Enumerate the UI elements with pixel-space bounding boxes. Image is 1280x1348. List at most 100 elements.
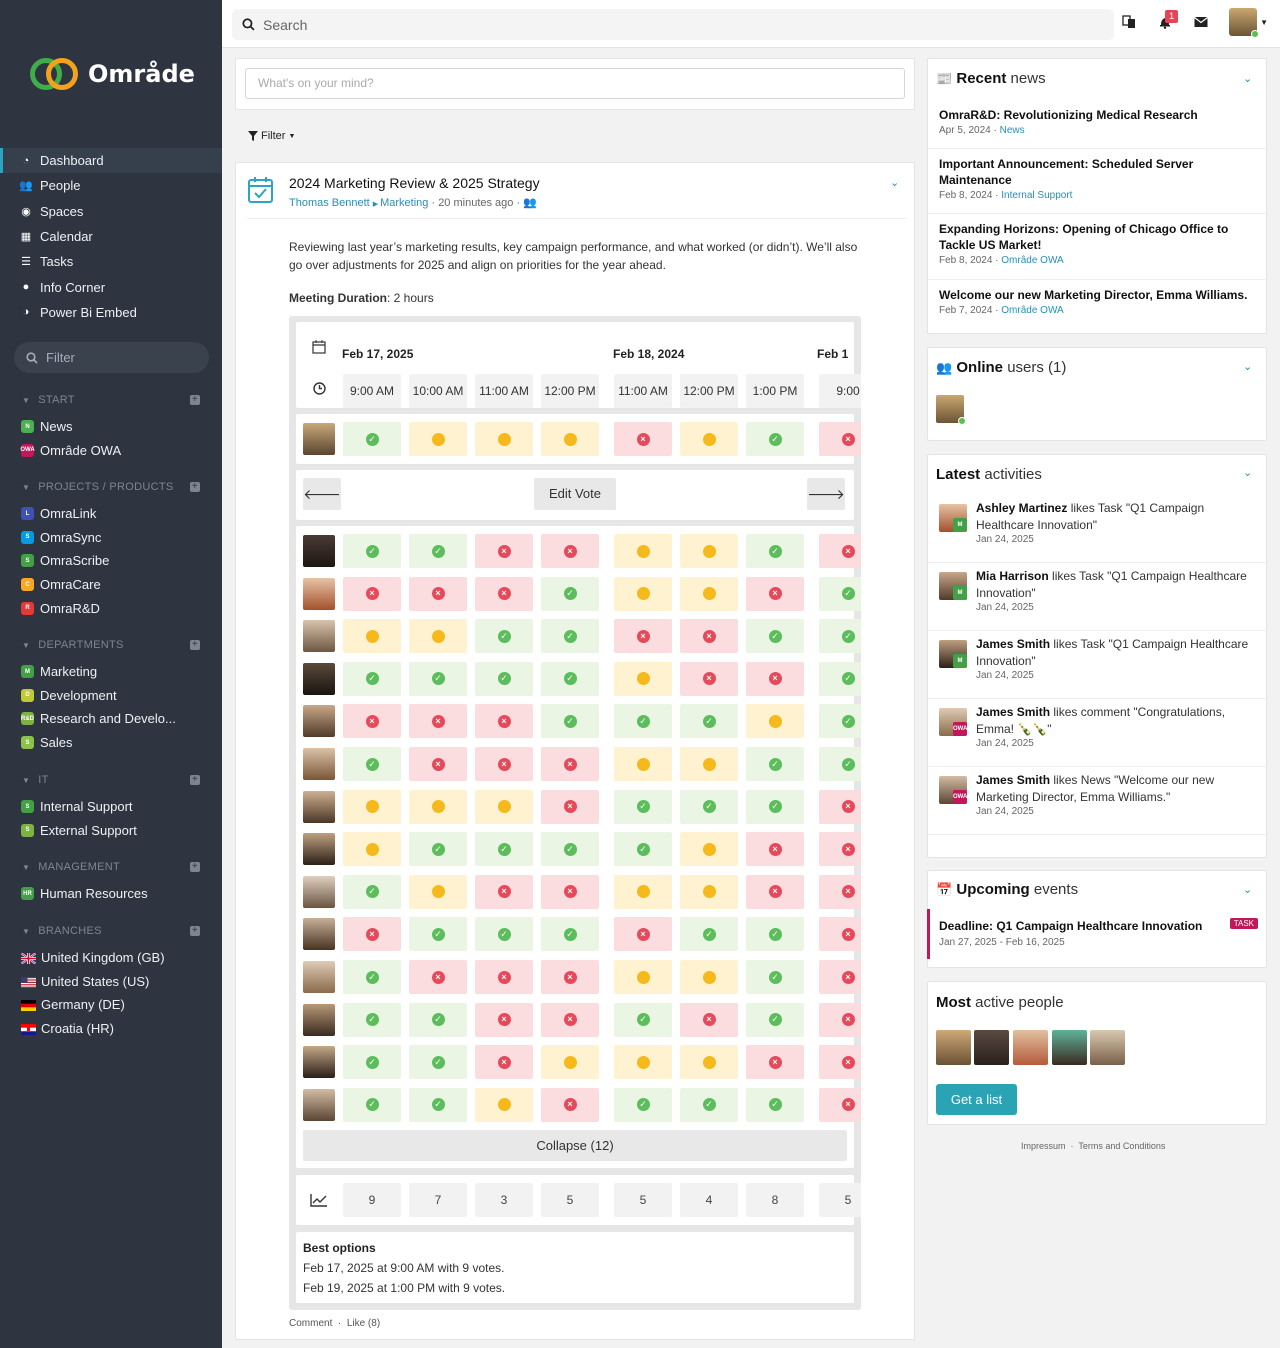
online-user-avatar[interactable] xyxy=(936,395,966,425)
news-title[interactable]: OmraR&D: Revolutionizing Medical Researc… xyxy=(939,107,1259,123)
activity-item[interactable]: M Ashley Martinez likes Task "Q1 Campaign… xyxy=(937,500,1257,560)
global-search-input[interactable]: Search xyxy=(232,9,1114,40)
active-person-avatar[interactable] xyxy=(1052,1030,1087,1065)
sidebar-item-omracare[interactable]: C OmraCare xyxy=(0,573,222,597)
sidebar-section-header[interactable]: ▼ IT + xyxy=(0,770,222,790)
add-icon[interactable]: + xyxy=(190,926,200,936)
sidebar-item-power-bi-embed[interactable]: ◑ Power Bi Embed xyxy=(0,300,222,325)
add-icon[interactable]: + xyxy=(190,775,200,785)
notifications-bell-icon[interactable]: 1 xyxy=(1157,10,1179,30)
activity-item[interactable]: OWA James Smith likes News "Welcome our n… xyxy=(937,772,1257,832)
news-category-link[interactable]: Internal Support xyxy=(1001,190,1072,201)
prev-options-button[interactable]: 🡐 xyxy=(303,478,341,510)
sidebar-item-dashboard[interactable]: ◔ Dashboard xyxy=(0,148,222,174)
user-menu[interactable]: ▼ xyxy=(1229,8,1268,38)
sidebar-item-human-resources[interactable]: HR Human Resources xyxy=(0,882,222,906)
next-options-button[interactable]: 🡒 xyxy=(807,478,845,510)
sidebar-item-sales[interactable]: S Sales xyxy=(0,731,222,755)
sidebar-item-internal-support[interactable]: S Internal Support xyxy=(0,795,222,819)
activity-user-name[interactable]: James Smith xyxy=(976,705,1050,719)
brand-logo[interactable]: Område xyxy=(30,58,195,90)
translate-icon[interactable] xyxy=(1121,14,1137,30)
activity-item[interactable]: M James Smith likes Task "Q1 Campaign Hea… xyxy=(937,636,1257,696)
active-person-avatar[interactable] xyxy=(1090,1030,1125,1065)
activity-user-name[interactable]: Mia Harrison xyxy=(976,569,1049,583)
latest-activities-collapse-icon[interactable]: ⌄ xyxy=(1243,466,1252,479)
news-item[interactable]: Welcome our new Marketing Director, Emma… xyxy=(939,287,1259,316)
participant-avatar[interactable] xyxy=(303,662,335,695)
post-title[interactable]: 2024 Marketing Review & 2025 Strategy xyxy=(289,175,540,191)
activity-user-name[interactable]: James Smith xyxy=(976,637,1050,651)
add-icon[interactable]: + xyxy=(190,862,200,872)
activity-user-name[interactable]: Ashley Martinez xyxy=(976,501,1067,515)
news-item[interactable]: OmraR&D: Revolutionizing Medical Researc… xyxy=(939,107,1259,136)
terms-link[interactable]: Terms and Conditions xyxy=(1078,1141,1165,1151)
add-icon[interactable]: + xyxy=(190,482,200,492)
sidebar-item-omralink[interactable]: L OmraLink xyxy=(0,502,222,526)
sidebar-section-header[interactable]: ▼ START + xyxy=(0,390,222,410)
add-icon[interactable]: + xyxy=(190,640,200,650)
mail-icon[interactable] xyxy=(1193,14,1209,30)
upcoming-events-collapse-icon[interactable]: ⌄ xyxy=(1243,883,1252,896)
collapse-button[interactable]: Collapse (12) xyxy=(303,1130,847,1161)
news-title[interactable]: Welcome our new Marketing Director, Emma… xyxy=(939,287,1259,303)
active-person-avatar[interactable] xyxy=(1013,1030,1048,1065)
sidebar-item-news[interactable]: N News xyxy=(0,415,222,439)
participant-avatar[interactable] xyxy=(303,748,335,780)
activity-user-name[interactable]: James Smith xyxy=(976,773,1050,787)
sidebar-item-marketing[interactable]: M Marketing xyxy=(0,660,222,684)
event-item[interactable]: Deadline: Q1 Campaign Healthcare Innovat… xyxy=(927,909,1266,959)
sidebar-item-omrar-d[interactable]: R OmraR&D xyxy=(0,596,222,620)
post-space-link[interactable]: Marketing xyxy=(380,197,428,209)
sidebar-item-croatia-hr[interactable]: Croatia (HR) xyxy=(0,1017,222,1041)
post-menu-chevron-icon[interactable]: ⌄ xyxy=(890,176,899,189)
news-category-link[interactable]: Omrâde OWA xyxy=(1001,255,1063,266)
activity-item[interactable]: OWA James Smith likes comment "Congratula… xyxy=(937,704,1257,764)
participant-avatar[interactable] xyxy=(303,918,335,951)
like-link[interactable]: Like (8) xyxy=(347,1318,380,1329)
news-category-link[interactable]: Omrâde OWA xyxy=(1001,305,1063,316)
participant-avatar[interactable] xyxy=(303,1003,335,1036)
sidebar-section-header[interactable]: ▼ DEPARTMENTS + xyxy=(0,635,222,655)
news-item[interactable]: Expanding Horizons: Opening of Chicago O… xyxy=(939,221,1259,266)
participant-avatar[interactable] xyxy=(303,1046,335,1079)
participant-avatar[interactable] xyxy=(303,833,335,866)
sidebar-item-germany-de[interactable]: Germany (DE) xyxy=(0,993,222,1017)
news-item[interactable]: Important Announcement: Scheduled Server… xyxy=(939,156,1259,201)
news-title[interactable]: Expanding Horizons: Opening of Chicago O… xyxy=(939,221,1259,253)
participant-avatar[interactable] xyxy=(303,1088,335,1121)
composer-input[interactable]: What's on your mind? xyxy=(245,68,905,99)
sidebar-item-united-kingdom-gb[interactable]: United Kingdom (GB) xyxy=(0,946,222,970)
sidebar-item-omr-de-owa[interactable]: OWA Omrâde OWA xyxy=(0,439,222,463)
recent-news-collapse-icon[interactable]: ⌄ xyxy=(1243,72,1252,85)
participant-avatar[interactable] xyxy=(303,961,335,993)
sidebar-section-header[interactable]: ▼ MANAGEMENT + xyxy=(0,857,222,877)
impressum-link[interactable]: Impressum xyxy=(1021,1141,1066,1151)
news-category-link[interactable]: News xyxy=(1000,125,1025,136)
participant-avatar[interactable] xyxy=(303,577,335,610)
sidebar-section-header[interactable]: ▼ PROJECTS / PRODUCTS + xyxy=(0,477,222,497)
news-title[interactable]: Important Announcement: Scheduled Server… xyxy=(939,156,1259,188)
active-person-avatar[interactable] xyxy=(974,1030,1009,1065)
post-author-link[interactable]: Thomas Bennett xyxy=(289,197,370,209)
participant-avatar[interactable] xyxy=(303,790,335,823)
sidebar-item-tasks[interactable]: ☰ Tasks xyxy=(0,249,222,274)
sidebar-item-external-support[interactable]: S External Support xyxy=(0,819,222,843)
sidebar-item-united-states-us[interactable]: United States (US) xyxy=(0,970,222,994)
sidebar-item-omrascribe[interactable]: S OmraScribe xyxy=(0,549,222,573)
sidebar-item-info-corner[interactable]: ● Info Corner xyxy=(0,274,222,299)
activity-item[interactable]: M Mia Harrison likes Task "Q1 Campaign He… xyxy=(937,568,1257,628)
edit-vote-button[interactable]: Edit Vote xyxy=(534,478,616,510)
sidebar-item-calendar[interactable]: ▦ Calendar xyxy=(0,224,222,249)
add-icon[interactable]: + xyxy=(190,395,200,405)
sidebar-section-header[interactable]: ▼ BRANCHES + xyxy=(0,921,222,941)
sidebar-item-research-and-develo[interactable]: R&D Research and Develo... xyxy=(0,707,222,731)
online-users-collapse-icon[interactable]: ⌄ xyxy=(1243,360,1252,373)
sidebar-filter-input[interactable]: Filter xyxy=(14,342,209,373)
sidebar-item-development[interactable]: D Development xyxy=(0,684,222,708)
sidebar-item-spaces[interactable]: ◉ Spaces xyxy=(0,199,222,224)
sidebar-item-omrasync[interactable]: S OmraSync xyxy=(0,526,222,550)
participant-avatar[interactable] xyxy=(303,705,335,738)
participant-avatar[interactable] xyxy=(303,535,335,567)
feed-filter-button[interactable]: Filter ▼ xyxy=(248,130,295,142)
